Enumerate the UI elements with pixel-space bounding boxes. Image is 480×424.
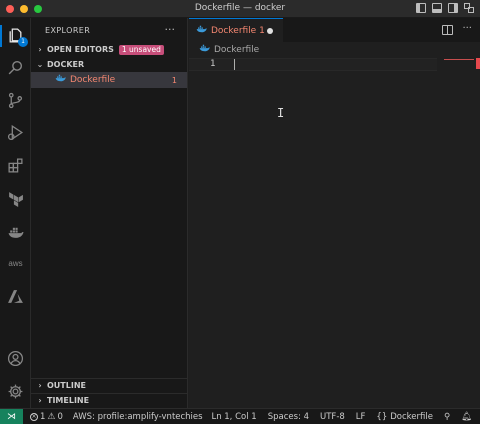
aws-profile-status[interactable]: AWS: profile:amplify-vntechies [73, 412, 203, 422]
title-bar: Dockerfile — docker [0, 0, 480, 18]
unsaved-badge: 1 unsaved [118, 44, 164, 55]
chevron-down-icon: ⌄ [36, 60, 44, 69]
activity-bar: 1 aws [0, 18, 31, 408]
tab-label: Dockerfile 1 [211, 25, 265, 36]
editor-group: Dockerfile 1 ··· Dockerfile 1 I [189, 18, 480, 408]
error-count: 1 [40, 411, 46, 422]
source-control-icon[interactable] [6, 91, 25, 110]
editor-actions: ··· [442, 23, 472, 35]
split-editor-icon[interactable] [442, 25, 454, 35]
line-number: 1 [210, 59, 216, 69]
minimap-error-line [444, 59, 474, 60]
docker-file-icon [199, 44, 210, 56]
notifications-bell-icon[interactable]: 🔔︎ [461, 412, 472, 422]
copilot-icon[interactable]: ⚲ [444, 412, 450, 422]
braces-icon: {} [376, 412, 388, 422]
run-debug-icon[interactable] [6, 123, 25, 142]
tab-bar: Dockerfile 1 ··· [189, 18, 480, 42]
docker-folder-section[interactable]: ⌄ DOCKER [31, 57, 187, 72]
chevron-right-icon: › [38, 396, 42, 405]
azure-icon[interactable] [6, 287, 25, 306]
remote-indicator-icon[interactable]: ⋊ [0, 408, 23, 424]
outline-label: OUTLINE [47, 381, 86, 390]
encoding[interactable]: UTF-8 [320, 412, 345, 422]
toggle-secondary-sidebar-icon[interactable] [448, 3, 458, 13]
tab-dockerfile[interactable]: Dockerfile 1 [189, 18, 283, 42]
end-of-line[interactable]: LF [356, 412, 366, 422]
problems-status[interactable]: × 1 ⚠ 0 [30, 412, 63, 422]
open-editors-section[interactable]: › OPEN EDITORS 1 unsaved [31, 42, 187, 57]
file-problem-count: 1 [171, 75, 177, 85]
more-actions-icon[interactable]: ··· [165, 23, 176, 36]
timeline-section[interactable]: › TIMELINE [31, 393, 187, 407]
toggle-primary-sidebar-icon[interactable] [416, 3, 426, 13]
toggle-panel-icon[interactable] [432, 3, 442, 13]
indentation[interactable]: Spaces: 4 [268, 412, 309, 422]
docker-icon[interactable] [6, 222, 25, 241]
explorer-sidebar: EXPLORER ··· › OPEN EDITORS 1 unsaved ⌄ … [31, 18, 188, 408]
status-bar-right: Ln 1, Col 1 Spaces: 4 UTF-8 LF {} Docker… [211, 409, 472, 424]
language-label: Dockerfile [390, 412, 433, 422]
aws-icon[interactable]: aws [6, 254, 25, 273]
file-name: Dockerfile [70, 75, 116, 85]
error-icon: × [30, 412, 38, 421]
current-line-highlight [189, 58, 437, 71]
chevron-right-icon: › [38, 381, 42, 390]
explorer-header: EXPLORER [45, 26, 91, 35]
settings-gear-icon[interactable] [6, 382, 25, 401]
active-indicator [0, 25, 2, 47]
explorer-badge: 1 [18, 37, 28, 47]
unsaved-dot-icon[interactable] [267, 28, 273, 34]
file-item-dockerfile[interactable]: Dockerfile 1 [31, 72, 187, 88]
timeline-label: TIMELINE [47, 396, 90, 405]
status-bar: ⋊ × 1 ⚠ 0 AWS: profile:amplify-vntechies… [0, 408, 480, 424]
extensions-icon[interactable] [6, 156, 25, 175]
text-cursor [234, 59, 235, 70]
outline-section[interactable]: › OUTLINE [31, 378, 187, 392]
language-mode[interactable]: {} Dockerfile [376, 412, 433, 422]
overview-ruler-error-marker[interactable] [476, 58, 480, 69]
breadcrumb-file: Dockerfile [214, 45, 260, 55]
chevron-right-icon: › [38, 45, 42, 54]
warning-icon: ⚠ [47, 411, 56, 422]
mouse-ibeam-icon: I [277, 106, 285, 120]
cursor-position[interactable]: Ln 1, Col 1 [211, 412, 256, 422]
docker-file-icon [55, 74, 66, 86]
docker-folder-label: DOCKER [47, 60, 85, 69]
aws-icon-text: aws [8, 259, 23, 268]
customize-layout-icon[interactable] [464, 3, 474, 13]
search-icon[interactable] [6, 58, 25, 77]
open-editors-label: OPEN EDITORS [47, 45, 114, 54]
layout-controls [416, 3, 474, 13]
terraform-icon[interactable] [6, 189, 25, 208]
account-icon[interactable] [6, 349, 25, 368]
more-actions-icon[interactable]: ··· [462, 23, 472, 35]
warning-count: 0 [57, 411, 63, 422]
explorer-icon[interactable]: 1 [6, 26, 28, 47]
window-title: Dockerfile — docker [194, 3, 286, 13]
breadcrumb[interactable]: Dockerfile [199, 44, 259, 56]
docker-file-icon [196, 25, 207, 37]
